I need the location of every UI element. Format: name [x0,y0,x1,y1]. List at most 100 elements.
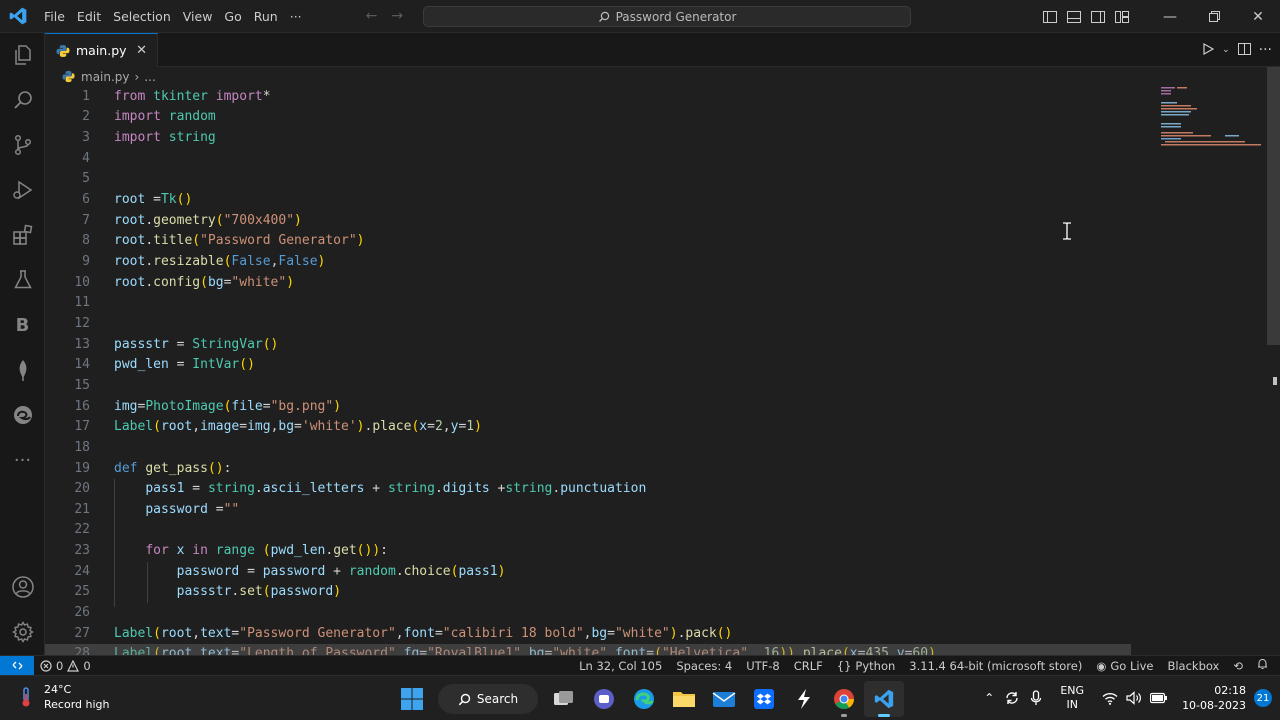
mongodb-leaf-icon[interactable] [0,350,45,390]
input-language[interactable]: ENG IN [1060,684,1084,712]
code-line[interactable]: 8 root.title("Password Generator") [45,231,1145,252]
account-icon[interactable] [0,567,45,607]
dropbox-icon[interactable] [744,681,784,717]
code-line[interactable]: 20 pass1 = string.ascii_letters + string… [45,478,1145,499]
forward-arrow-icon[interactable]: → [391,8,403,24]
code-line[interactable]: 24 password = password + random.choice(p… [45,561,1145,582]
tab-main-py[interactable]: main.py ✕ [45,33,158,67]
task-view-icon[interactable] [544,681,584,717]
wifi-icon[interactable] [1102,692,1118,705]
battery-icon[interactable] [1150,692,1168,704]
remote-window-icon[interactable] [0,656,34,675]
python-interpreter[interactable]: 3.11.4 64-bit (microsoft store) [909,659,1082,673]
file-explorer-icon[interactable] [664,681,704,717]
menu-view[interactable]: View [177,0,219,33]
code-line[interactable]: 15 [45,375,1145,396]
close-tab-icon[interactable]: ✕ [136,43,147,58]
code-line[interactable]: 21 password ="" [45,499,1145,520]
notifications-bell-icon[interactable] [1257,658,1268,673]
language-mode[interactable]: {} Python [837,659,896,673]
menu-file[interactable]: File [38,0,71,33]
weather-widget[interactable]: 24°C Record high [18,682,109,712]
menu-edit[interactable]: Edit [71,0,107,33]
explorer-icon[interactable] [0,35,45,75]
vertical-scrollbar[interactable] [1267,67,1280,655]
blackbox-icon[interactable]: B [0,305,45,345]
code-line[interactable]: 3 import string [45,127,1145,148]
show-hidden-icons-icon[interactable]: ⌃ [984,691,994,705]
run-debug-icon[interactable] [0,170,45,210]
code-line[interactable]: 19 def get_pass(): [45,458,1145,479]
code-line[interactable]: 27 Label(root,text="Password Generator",f… [45,623,1145,644]
teams-chat-icon[interactable] [584,681,624,717]
feedback-icon[interactable]: ⟲ [1233,659,1243,673]
close-window-icon[interactable]: ✕ [1236,0,1280,33]
taskbar-search[interactable]: Search [438,684,538,714]
minimap[interactable] [1155,67,1267,655]
edge-devtools-icon[interactable] [0,395,45,435]
toggle-primary-sidebar-icon[interactable] [1038,0,1062,33]
scrollbar-thumb[interactable] [1267,67,1280,345]
code-line[interactable]: 16 img=PhotoImage(file="bg.png") [45,396,1145,417]
sync-icon[interactable] [1004,690,1020,706]
customize-layout-icon[interactable] [1110,0,1134,33]
code-line[interactable]: 13 passstr = StringVar() [45,334,1145,355]
toggle-secondary-sidebar-icon[interactable] [1086,0,1110,33]
go-live-button[interactable]: ◉ Go Live [1096,659,1153,673]
toggle-panel-icon[interactable] [1062,0,1086,33]
split-editor-icon[interactable] [1237,42,1251,58]
microphone-icon[interactable] [1030,690,1042,706]
extensions-icon[interactable] [0,215,45,255]
clock[interactable]: 02:18 10-08-2023 [1182,683,1246,713]
code-line[interactable]: 23 for x in range (pwd_len.get()): [45,540,1145,561]
more-actions-icon[interactable]: ··· [1259,42,1272,58]
minimize-icon[interactable]: — [1148,0,1192,33]
code-line[interactable]: 1 from tkinter import* [45,86,1145,107]
problems-indicator[interactable]: 0 0 [40,656,91,675]
chevron-down-icon[interactable]: ⌄ [1222,45,1230,55]
back-arrow-icon[interactable]: ← [366,8,378,24]
code-line[interactable]: 2 import random [45,107,1145,128]
breadcrumb-file[interactable]: main.py [81,70,130,84]
menu-run[interactable]: Run [248,0,284,33]
code-line[interactable]: 7 root.geometry("700x400") [45,210,1145,231]
run-python-file-icon[interactable] [1202,42,1215,58]
volume-icon[interactable] [1126,691,1142,705]
menu-more[interactable]: ··· [284,0,308,33]
testing-flask-icon[interactable] [0,260,45,300]
code-line[interactable]: 18 [45,437,1145,458]
search-view-icon[interactable] [0,80,45,120]
restore-icon[interactable] [1192,0,1236,33]
power-automate-icon[interactable] [784,681,824,717]
code-line[interactable]: 17 Label(root,image=img,bg='white').place… [45,416,1145,437]
chrome-icon[interactable] [824,681,864,717]
code-line[interactable]: 5 [45,169,1145,190]
code-line[interactable]: 14 pwd_len = IntVar() [45,354,1145,375]
settings-gear-icon[interactable] [0,612,45,652]
menu-selection[interactable]: Selection [107,0,177,33]
blackbox-status[interactable]: Blackbox [1167,659,1219,673]
code-line[interactable]: 11 [45,293,1145,314]
indentation[interactable]: Spaces: 4 [676,659,732,673]
command-center[interactable]: Password Generator [423,6,911,27]
code-line[interactable]: 12 [45,313,1145,334]
code-line[interactable]: 4 [45,148,1145,169]
code-line[interactable]: 9 root.resizable(False,False) [45,251,1145,272]
code-line[interactable]: 6 root =Tk() [45,189,1145,210]
mail-icon[interactable] [704,681,744,717]
menu-go[interactable]: Go [218,0,247,33]
edge-browser-icon[interactable] [624,681,664,717]
horizontal-scrollbar[interactable] [45,644,1131,655]
end-of-line[interactable]: CRLF [794,659,823,673]
more-views-icon[interactable]: ··· [0,440,45,480]
cursor-position[interactable]: Ln 32, Col 105 [579,659,662,673]
code-editor[interactable]: 1 from tkinter import* 2 import random 3 impo… [45,86,1155,655]
breadcrumb-symbol[interactable]: ... [144,70,155,84]
code-line[interactable]: 26 [45,602,1145,623]
notification-badge[interactable]: 21 [1254,689,1272,707]
windows-start-icon[interactable] [392,681,432,717]
code-line[interactable]: 10 root.config(bg="white") [45,272,1145,293]
code-line[interactable]: 22 [45,520,1145,541]
source-control-icon[interactable] [0,125,45,165]
file-encoding[interactable]: UTF-8 [746,659,780,673]
